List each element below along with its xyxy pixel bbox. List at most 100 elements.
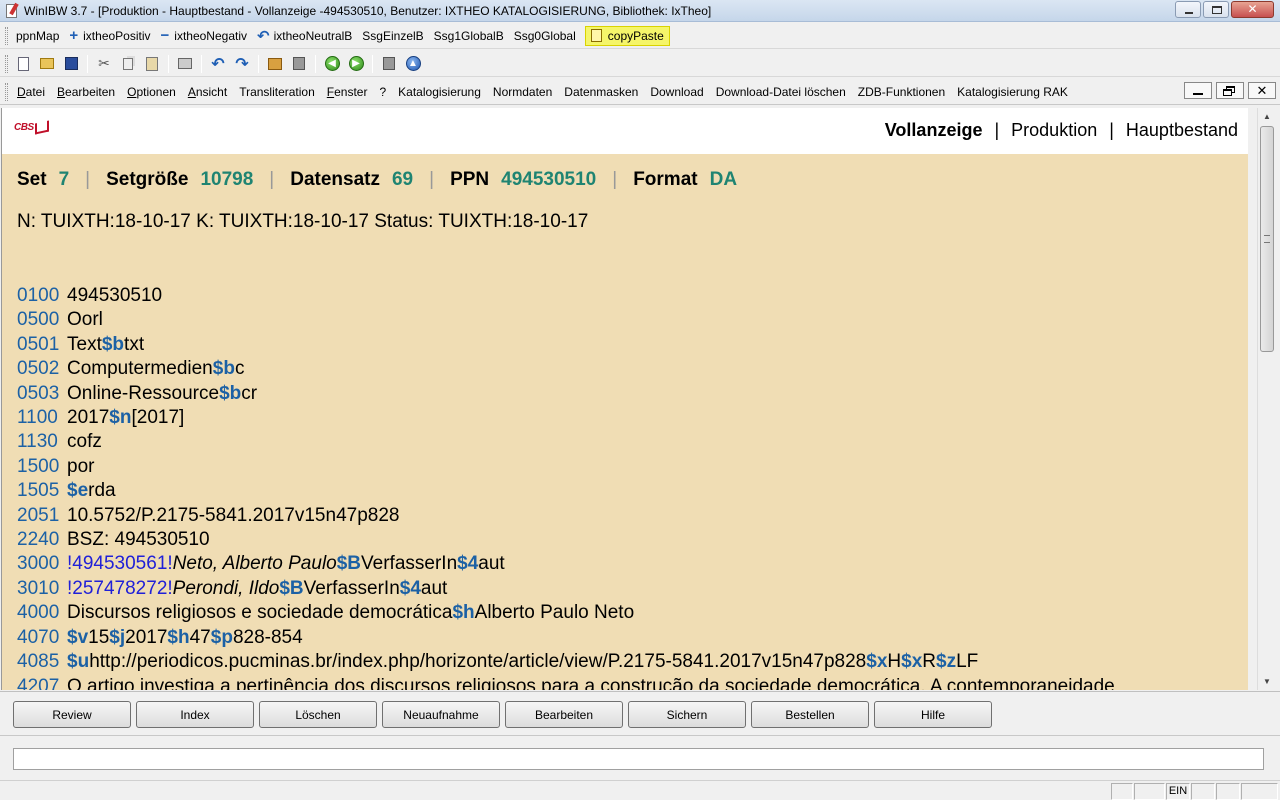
menu-transliteration[interactable]: Transliteration <box>233 85 321 99</box>
ppnmap-button[interactable]: ppnMap <box>11 26 64 46</box>
document-restore-button[interactable] <box>1216 82 1244 99</box>
menu-katalogisierung[interactable]: Katalogisierung <box>392 85 487 99</box>
back-arrow-icon: ◀ <box>324 56 340 71</box>
open-button[interactable] <box>36 54 58 74</box>
record-field[interactable]: 0100 494530510 <box>17 284 1115 308</box>
record-field[interactable]: 4000 Discursos religiosos e sociedade dem… <box>17 601 1115 625</box>
record-field[interactable]: 1500 por <box>17 455 1115 479</box>
document-close-button[interactable]: ✕ <box>1248 82 1276 99</box>
breadcrumb-separator: | <box>1109 120 1114 140</box>
status-panel <box>1191 783 1215 800</box>
loeschen-button[interactable]: Löschen <box>259 701 377 728</box>
toolbar-grip[interactable] <box>5 82 8 101</box>
redo-button[interactable]: ↷ <box>231 54 253 74</box>
review-button[interactable]: Review <box>13 701 131 728</box>
menu-download[interactable]: Download <box>644 85 709 99</box>
menu-zdb-funktionen[interactable]: ZDB-Funktionen <box>852 85 951 99</box>
record-field[interactable]: 3000 !494530561! Neto, Alberto Paulo $B Verf… <box>17 552 1115 576</box>
standard-toolbar: ✂ ↶ ↷ ◀ ▶ ▲ <box>0 51 1280 77</box>
setgroesse-value: 10798 <box>200 169 254 190</box>
toolbar-separator <box>258 54 259 73</box>
record-field[interactable]: 1130 cofz <box>17 430 1115 454</box>
copy-button[interactable] <box>117 54 139 74</box>
stop-button[interactable] <box>288 54 310 74</box>
menu-ansicht[interactable]: Ansicht <box>182 85 233 99</box>
open-folder-icon <box>40 58 54 69</box>
command-input[interactable] <box>14 749 1263 769</box>
minus-icon: − <box>160 26 170 44</box>
scroll-up-icon[interactable]: ▲ <box>1258 108 1276 125</box>
record-field[interactable]: 1505 $e rda <box>17 479 1115 503</box>
format-value: DA <box>709 169 738 190</box>
record-field[interactable]: 4207 O artigo investiga a pertinência dos… <box>17 675 1115 691</box>
menu-fenster[interactable]: Fenster <box>321 85 374 99</box>
command-input-frame <box>13 748 1264 770</box>
cbs-logo: CBS <box>14 120 49 135</box>
ssg0-global-button[interactable]: Ssg0Global <box>509 26 581 46</box>
window-controls: ✕ <box>1173 1 1274 18</box>
lock-button[interactable] <box>378 54 400 74</box>
record-field[interactable]: 3010 !257478272! Perondi, Ildo $B VerfasserI… <box>17 577 1115 601</box>
up-button[interactable]: ▲ <box>402 54 424 74</box>
undo-icon: ↶ <box>211 55 225 73</box>
minimize-button[interactable] <box>1175 1 1201 18</box>
toolbar-separator <box>201 54 202 73</box>
ssg-einzel-button[interactable]: SsgEinzelB <box>357 26 428 46</box>
scrollbar-thumb[interactable] <box>1260 126 1274 352</box>
ixtheo-positiv-button[interactable]: + ixtheoPositiv <box>64 26 155 46</box>
scroll-down-icon[interactable]: ▼ <box>1258 673 1276 690</box>
paste-button[interactable] <box>141 54 163 74</box>
document-minimize-button[interactable] <box>1184 82 1212 99</box>
sichern-button[interactable]: Sichern <box>628 701 746 728</box>
save-icon <box>64 57 78 70</box>
ixtheo-neutral-button[interactable]: ↶ ixtheoNeutralB <box>252 26 357 46</box>
app-icon <box>4 2 20 19</box>
record-field[interactable]: 2051 10.5752/P.2175-5841.2017v15n47p828 <box>17 504 1115 528</box>
record-field[interactable]: 0503 Online-Ressource $b cr <box>17 382 1115 406</box>
hilfe-button[interactable]: Hilfe <box>874 701 992 728</box>
new-document-button[interactable] <box>12 54 34 74</box>
toolbar-grip[interactable] <box>5 54 8 73</box>
vertical-scrollbar[interactable]: ▲ ▼ <box>1257 108 1275 690</box>
back-button[interactable]: ◀ <box>321 54 343 74</box>
breadcrumb-hauptbestand: Hauptbestand <box>1125 120 1238 140</box>
stop-icon <box>293 57 305 70</box>
menu-katalogisierung-rak[interactable]: Katalogisierung RAK <box>951 85 1074 99</box>
record-field[interactable]: 0500 Oorl <box>17 308 1115 332</box>
undo-button[interactable]: ↶ <box>207 54 229 74</box>
person-link[interactable]: !494530561! <box>67 552 173 576</box>
neuaufnahme-button[interactable]: Neuaufnahme <box>382 701 500 728</box>
record-fields[interactable]: 0100 494530510 0500 Oorl 0501 Text $b txt 050… <box>17 284 1115 690</box>
close-button[interactable]: ✕ <box>1231 1 1274 18</box>
record-field[interactable]: 1100 2017 $n [2017] <box>17 406 1115 430</box>
copy-paste-button[interactable]: copyPaste <box>584 25 670 46</box>
print-button[interactable] <box>174 54 196 74</box>
menu-datenmasken[interactable]: Datenmasken <box>558 85 644 99</box>
bearbeiten-button[interactable]: Bearbeiten <box>505 701 623 728</box>
book-icon <box>34 120 49 135</box>
person-link[interactable]: !257478272! <box>67 577 173 601</box>
menu-download-loeschen[interactable]: Download-Datei löschen <box>710 85 852 99</box>
record-field[interactable]: 2240 BSZ: 494530510 <box>17 528 1115 552</box>
record-field[interactable]: 4070 $v 15 $j 2017 $h 47 $p 828-854 <box>17 626 1115 650</box>
index-button[interactable]: Index <box>136 701 254 728</box>
record-field[interactable]: 4085 $u http://periodicos.pucminas.br/inde… <box>17 650 1115 674</box>
menu-datei[interactable]: Datei <box>11 85 51 99</box>
record-field[interactable]: 0502 Computermedien $b c <box>17 357 1115 381</box>
printer-icon <box>178 58 192 69</box>
cut-button[interactable]: ✂ <box>93 54 115 74</box>
bestellen-button[interactable]: Bestellen <box>751 701 869 728</box>
menu-help[interactable]: ? <box>373 85 392 99</box>
forward-button[interactable]: ▶ <box>345 54 367 74</box>
maximize-button[interactable] <box>1203 1 1229 18</box>
home-button[interactable] <box>264 54 286 74</box>
menu-optionen[interactable]: Optionen <box>121 85 182 99</box>
status-panel <box>1111 783 1133 800</box>
ssg1-global-button[interactable]: Ssg1GlobalB <box>429 26 509 46</box>
toolbar-grip[interactable] <box>5 26 8 45</box>
menu-bearbeiten[interactable]: Bearbeiten <box>51 85 121 99</box>
save-button[interactable] <box>60 54 82 74</box>
menu-normdaten[interactable]: Normdaten <box>487 85 558 99</box>
record-field[interactable]: 0501 Text $b txt <box>17 333 1115 357</box>
ixtheo-negativ-button[interactable]: − ixtheoNegativ <box>156 26 252 46</box>
